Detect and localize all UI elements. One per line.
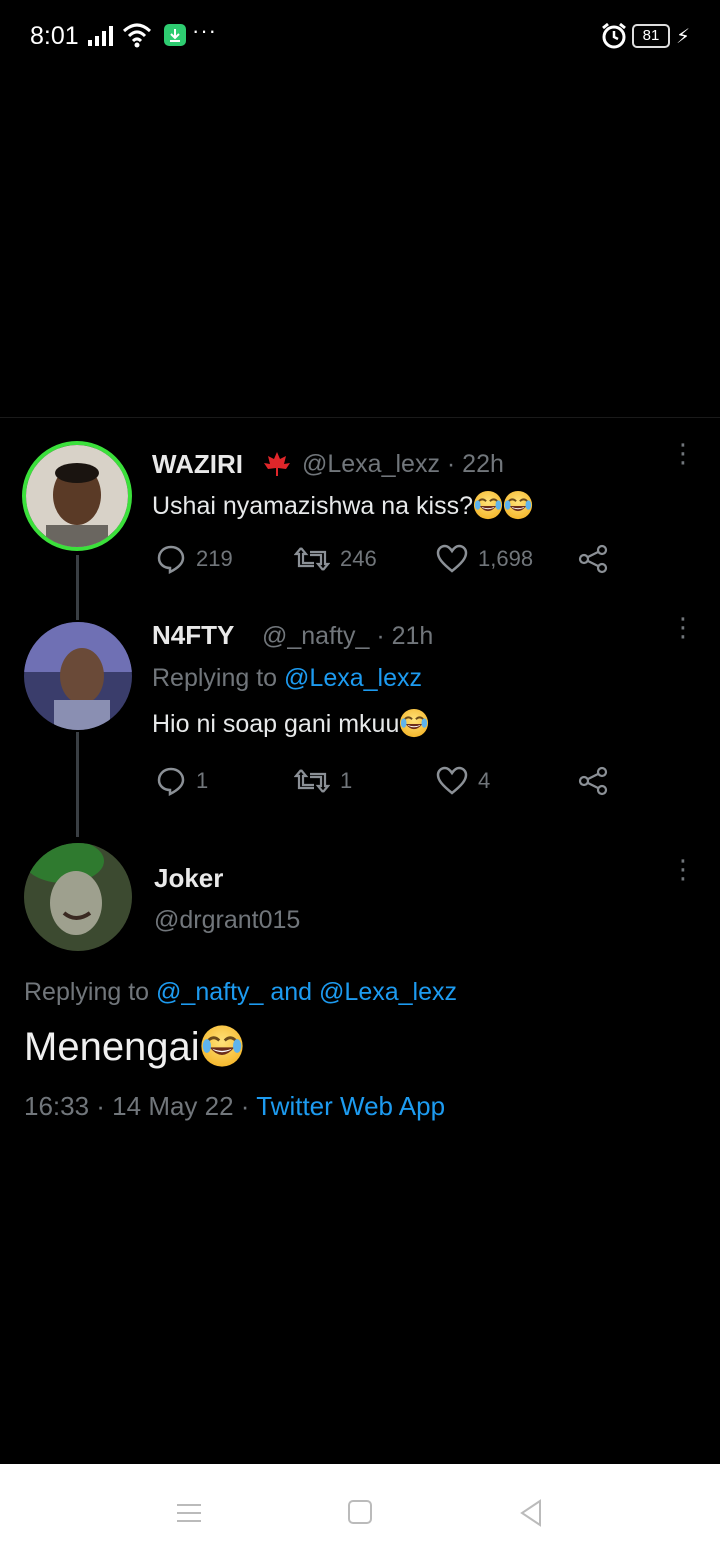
reply-icon [157, 767, 185, 796]
reply-button[interactable]: 1 [156, 766, 208, 796]
battery-icon: 81 [632, 24, 670, 48]
like-count: 1,698 [478, 546, 534, 571]
timestamp: 16:33 · 14 May 22 · [24, 1091, 257, 1121]
handle[interactable]: @drgrant015 [154, 906, 300, 935]
laughing-emoji [200, 1024, 244, 1068]
thread-connector [76, 555, 79, 620]
replying-to: Replying to @_nafty_ and @Lexa_lexz [24, 978, 457, 1006]
more-notifications-icon: ··· [192, 18, 217, 43]
handle[interactable]: @_nafty_ · 21h [262, 622, 433, 651]
tweet-text: Menengai [24, 1024, 244, 1070]
maple-leaf-icon [262, 450, 292, 483]
reply-count: 219 [196, 546, 233, 571]
reply-count: 1 [196, 768, 209, 793]
display-name[interactable]: WAZIRI [152, 449, 243, 480]
avatar[interactable] [24, 843, 132, 951]
like-button[interactable]: 4 [436, 766, 490, 796]
more-options-icon[interactable]: ⋮ [670, 614, 696, 640]
retweet-button[interactable]: 1 [294, 766, 352, 796]
laughing-emoji [399, 708, 429, 738]
display-name[interactable]: N4FTY [152, 620, 234, 651]
divider [0, 417, 720, 418]
back-icon[interactable] [518, 1498, 544, 1528]
avatar[interactable] [22, 441, 132, 551]
share-icon[interactable] [578, 766, 610, 796]
charging-icon: ⚡ [676, 26, 691, 48]
tweet-meta: 16:33 · 14 May 22 · Twitter Web App [24, 1091, 445, 1122]
wifi-icon [122, 23, 152, 48]
retweet-icon [294, 769, 330, 793]
retweet-button[interactable]: 246 [294, 544, 377, 574]
mention-link[interactable]: @_nafty_ [156, 978, 263, 1006]
reply-button[interactable]: 219 [156, 544, 233, 574]
laughing-emoji [503, 490, 533, 520]
retweet-count: 246 [340, 546, 377, 571]
tweet-text: Ushai nyamazishwa na kiss? [152, 490, 533, 521]
like-count: 4 [478, 768, 491, 793]
more-options-icon[interactable]: ⋮ [670, 440, 696, 466]
retweet-icon [294, 547, 330, 571]
menu-icon[interactable] [176, 1502, 202, 1524]
heart-icon [436, 544, 468, 573]
display-name[interactable]: Joker [154, 863, 223, 894]
source-link[interactable]: Twitter Web App [256, 1091, 445, 1121]
share-icon[interactable] [578, 544, 610, 574]
download-icon [164, 24, 186, 46]
laughing-emoji [473, 490, 503, 520]
navigation-bar [0, 1464, 720, 1560]
tweet-text: Hio ni soap gani mkuu [152, 708, 429, 739]
thread-connector [76, 732, 79, 837]
signal-icon [88, 26, 113, 46]
mention-link[interactable]: @Lexa_lexz [319, 978, 457, 1006]
reply-icon [157, 545, 185, 574]
heart-icon [436, 766, 468, 795]
like-button[interactable]: 1,698 [436, 544, 533, 574]
alarm-icon [602, 22, 626, 49]
status-time: 8:01 [30, 22, 79, 50]
avatar[interactable] [24, 622, 132, 730]
replying-to: Replying to @Lexa_lexz [152, 664, 422, 692]
mention-link[interactable]: @Lexa_lexz [284, 664, 422, 692]
home-icon[interactable] [348, 1500, 372, 1524]
handle[interactable]: @Lexa_lexz · 22h [302, 450, 504, 479]
status-bar: 8:01 ··· 81 ⚡ [0, 0, 720, 72]
retweet-count: 1 [340, 768, 353, 793]
more-options-icon[interactable]: ⋮ [670, 856, 696, 882]
